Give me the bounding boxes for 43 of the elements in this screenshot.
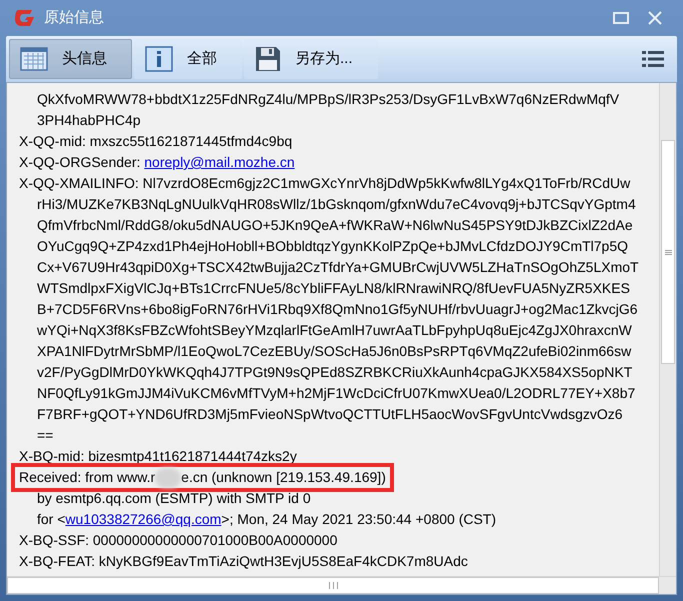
email-link[interactable]: noreply@mail.mozhe.cn <box>144 154 295 170</box>
header-text: Cx+V67U9Hr43qpiD0Xg+TSCX42twBujja2CzTfdrYa+GMUBrCwjUVW5LZHaTnSOgOhZ5LXmoT <box>37 259 639 275</box>
vertical-scrollbar[interactable] <box>659 83 676 576</box>
header-text: v2F/PyGgDlMrD0YkWKQqh4J7TPGt9N9sQPEd8SZRBKCRiuXkAunh4cpaGJKX584XS5opNKT <box>37 364 632 380</box>
header-text: == <box>37 427 54 443</box>
window-title: 原始信息 <box>44 8 104 28</box>
grip-icon <box>664 250 672 254</box>
header-text: NF0QfLy91kGmJJM4iVuKCM6vMfTVyM+h2MjF1WcDciCfrU07KmwXUea0/L2ODRL77EY+X8b7 <box>37 385 636 401</box>
calendar-grid-icon <box>20 47 48 71</box>
header-text: F7BRF+gQOT+YND6UfRD3Mj5mFvieoNSpWtvoQCTTUtFLH5aocWovSFgvUntcVwdsgzvOz6 <box>37 406 623 422</box>
header-text: XPA1NlFDytrMrSbMP/l1EoQwoL7CezEBUy/SOScHa5J6n0BsPsRPTq6VMqZ2ufeBi02inm66sw <box>37 343 632 359</box>
header-text: X-BQ-FEAT: kNyKBGf9EavTmTiAziQwtH3EvjU5S8EaF4kCDK7m8UAdc <box>19 553 468 569</box>
menu-icon[interactable] <box>642 50 664 68</box>
header-text: X-QQ-ORGSender: <box>19 154 142 170</box>
header-text: Received: from www.r <box>19 468 156 487</box>
header-text: WTSmdlpxFXigVlCJq+BTs1CrrcFNUe5/8cYbliFFAyLN8/klRNrawiNRQ/8fUevFUA5NyZR5XKES <box>37 280 630 296</box>
maximize-icon[interactable] <box>613 11 629 25</box>
header-text: 3PH4habPHC4p <box>37 112 141 128</box>
horizontal-scrollbar[interactable] <box>7 577 659 594</box>
header-text: OYuCgq9Q+ZP4zxd1Ph4ejHoHobll+BObbldtqzYgynKKolPZpQe+bJMvLCfdzDOJY9CmTl7p5Q <box>37 238 628 254</box>
header-text: e.cn (unknown [219.153.49.169]) <box>181 468 386 487</box>
header-text: QkXfvoMRWW78+bbdtX1z25FdNRgZ4lu/MPBpS/lR3Ps253/DsyGF1LvBxW7q6NzERdwMqfV <box>37 91 620 107</box>
close-icon[interactable] <box>647 10 663 26</box>
header-text: X-BQ-SSF: 00000000000000701000B00A0000000 <box>19 532 338 548</box>
toolbar-button[interactable]: 全部 <box>134 39 242 79</box>
grip-icon <box>328 582 338 589</box>
header-text: X-QQ-mid: mxszc55t1621871445tfmd4c9bq <box>19 133 292 149</box>
header-text: B+7CD5F6RVns+6bo8igFoRN76rHVi1Rbq9Xf8QmNno1Gf5yNUHf/rbvUuagrJ+og2Mac1ZkvcjG6 <box>37 301 638 317</box>
scrollbar-thumb[interactable] <box>661 140 675 364</box>
header-text: QfmVfrbcNml/RddG8/oku5dNAUGO+5JKn9QeA+fWKRaW+N6lwNuS45PSY9tDJkBZCixlZ2dAe <box>37 217 633 233</box>
email-link[interactable]: wu1033827266@qq.com <box>65 511 222 527</box>
header-text: X-BQ-mid: bizesmtp41t1621871444t74zks2y <box>19 448 297 464</box>
toolbar-button[interactable]: 头信息 <box>9 39 132 79</box>
header-text: >; Mon, 24 May 2021 23:50:44 +0800 (CST) <box>221 511 496 527</box>
header-text: X-QQ-XMAILINFO: Nl7vzrdO8Ecm6gjz2C1mwGXcYnrVh8jDdWp5kKwfw8lLYg4xQ1ToFrb/RCdUw <box>19 175 630 191</box>
header-text: wYQi+NqX3f8KsFBZcWfohtSBeyYMzqlarlFtGeAmlH7uwrAaTLbFpyhpUq8uEjc4ZgJX0hraxcnW <box>37 322 632 338</box>
redaction-blur <box>155 468 182 488</box>
header-text: by esmtp6.qq.com (ESMTP) with SMTP id 0 <box>37 490 311 506</box>
app-logo-icon <box>14 8 36 28</box>
toolbar-button[interactable]: 另存为... <box>244 39 378 79</box>
header-text: for < <box>37 511 66 527</box>
header-text: rHi3/MUZKe7KB3NqLgNUulkVqHR08sWllz/1bGsknqom/gfxnWdu7eC4vovq9j+bJTCSqvYGptm4 <box>37 196 636 212</box>
info-icon <box>145 46 173 72</box>
